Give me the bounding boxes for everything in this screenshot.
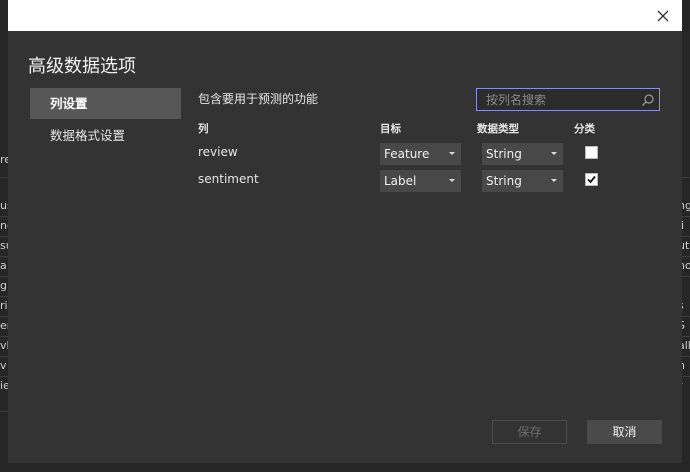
sidebar-item-data-format-settings[interactable]: 数据格式设置 bbox=[30, 120, 181, 151]
column-search bbox=[476, 88, 660, 111]
chevron-down-icon bbox=[551, 179, 557, 182]
header-column: 列 bbox=[198, 123, 209, 135]
header-category: 分类 bbox=[574, 123, 595, 135]
chevron-down-icon bbox=[449, 179, 455, 182]
header-target: 目标 bbox=[380, 123, 401, 135]
select-value: String bbox=[486, 147, 522, 161]
checkmark-icon bbox=[587, 175, 596, 184]
row-review-type-select[interactable]: String bbox=[482, 143, 563, 165]
settings-sidebar: 列设置 数据格式设置 bbox=[30, 88, 181, 151]
row-review-category-checkbox[interactable] bbox=[585, 146, 598, 159]
select-value: String bbox=[486, 174, 522, 188]
row-sentiment-name: sentiment bbox=[198, 172, 259, 186]
section-label: 包含要用于预测的功能 bbox=[198, 92, 319, 106]
search-icon[interactable] bbox=[641, 93, 655, 107]
close-button[interactable] bbox=[650, 3, 676, 29]
dialog-title: 高级数据选项 bbox=[28, 56, 136, 77]
sidebar-item-label: 列设置 bbox=[50, 96, 88, 111]
row-sentiment-category-checkbox[interactable] bbox=[585, 173, 598, 186]
row-review-target-select[interactable]: Feature bbox=[380, 143, 461, 165]
chevron-down-icon bbox=[449, 152, 455, 155]
chevron-down-icon bbox=[551, 152, 557, 155]
row-sentiment-type-select[interactable]: String bbox=[482, 170, 563, 192]
select-value: Feature bbox=[384, 147, 430, 161]
dialog-titlebar bbox=[8, 0, 682, 31]
row-review-name: review bbox=[198, 145, 238, 159]
header-data-type: 数据类型 bbox=[477, 123, 519, 135]
sidebar-item-column-settings[interactable]: 列设置 bbox=[30, 88, 181, 119]
row-sentiment-target-select[interactable]: Label bbox=[380, 170, 461, 192]
save-button[interactable]: 保存 bbox=[492, 420, 567, 444]
close-icon bbox=[657, 10, 669, 22]
cancel-button[interactable]: 取消 bbox=[587, 420, 662, 444]
sidebar-item-label: 数据格式设置 bbox=[50, 128, 126, 143]
select-value: Label bbox=[384, 174, 417, 188]
column-search-input[interactable] bbox=[477, 89, 637, 110]
advanced-data-options-dialog: 高级数据选项 列设置 数据格式设置 包含要用于预测的功能 列 目标 数据类型 分… bbox=[8, 0, 682, 463]
